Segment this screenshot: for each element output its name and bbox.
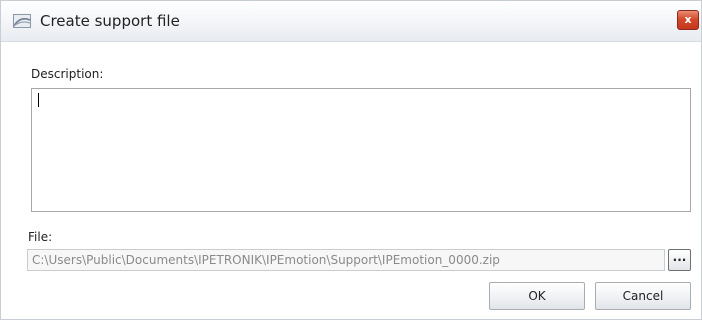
close-button[interactable]: x	[677, 10, 699, 30]
description-label: Description:	[31, 67, 104, 81]
description-field[interactable]	[31, 88, 691, 212]
cancel-button[interactable]: Cancel	[595, 282, 691, 310]
title-bar[interactable]: Create support file x	[1, 1, 701, 42]
text-caret	[38, 93, 39, 107]
ok-button[interactable]: OK	[489, 282, 585, 310]
file-label: File:	[28, 230, 53, 244]
window-title: Create support file	[40, 12, 180, 30]
browse-button[interactable]: ...	[668, 249, 691, 271]
create-support-file-dialog: Create support file x Description: File:…	[0, 0, 702, 320]
file-path-field[interactable]	[27, 249, 665, 271]
app-logo-icon	[13, 14, 31, 28]
